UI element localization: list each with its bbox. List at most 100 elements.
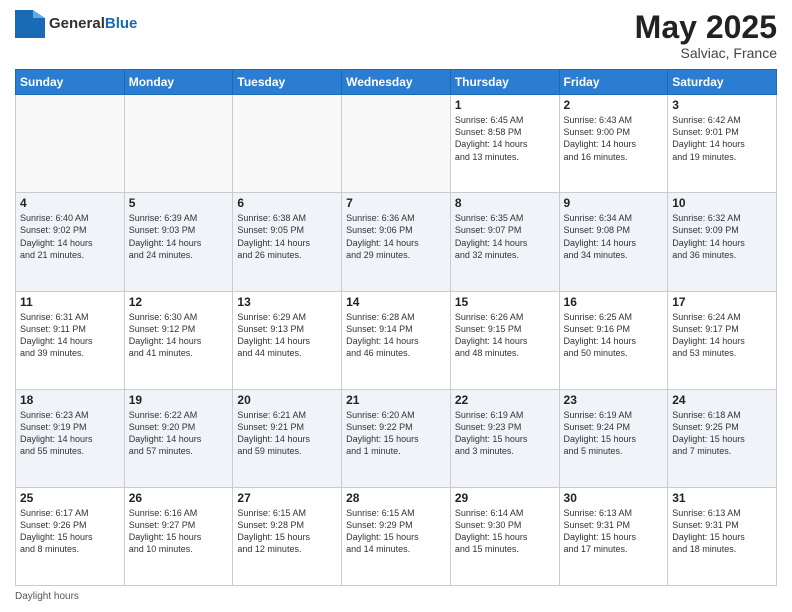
day-number: 3 — [672, 98, 772, 112]
calendar-cell — [342, 95, 451, 193]
calendar-cell: 25 Sunrise: 6:17 AM Sunset: 9:26 PM Dayli… — [16, 487, 125, 585]
month-year: May 2025 — [635, 10, 777, 45]
day-number: 18 — [20, 393, 120, 407]
day-number: 1 — [455, 98, 555, 112]
calendar-cell: 10 Sunrise: 6:32 AM Sunset: 9:09 PM Dayli… — [668, 193, 777, 291]
calendar-cell — [16, 95, 125, 193]
calendar-cell: 24 Sunrise: 6:18 AM Sunset: 9:25 PM Dayli… — [668, 389, 777, 487]
logo: GeneralBlue — [15, 10, 137, 38]
day-info: Sunrise: 6:13 AM Sunset: 9:31 PM Dayligh… — [672, 507, 772, 556]
day-number: 22 — [455, 393, 555, 407]
calendar-table: SundayMondayTuesdayWednesdayThursdayFrid… — [15, 69, 777, 586]
day-number: 10 — [672, 196, 772, 210]
day-info: Sunrise: 6:42 AM Sunset: 9:01 PM Dayligh… — [672, 114, 772, 163]
calendar-cell: 19Sunrise: 6:22 AM Sunset: 9:20 PM Dayli… — [124, 389, 233, 487]
calendar-cell: 18Sunrise: 6:23 AM Sunset: 9:19 PM Dayli… — [16, 389, 125, 487]
day-number: 16 — [564, 295, 664, 309]
day-info: Sunrise: 6:39 AM Sunset: 9:03 PM Dayligh… — [129, 212, 229, 261]
day-info: Sunrise: 6:21 AM Sunset: 9:21 PM Dayligh… — [237, 409, 337, 458]
calendar-cell: 1 Sunrise: 6:45 AM Sunset: 8:58 PM Daylig… — [450, 95, 559, 193]
logo-blue: Blue — [105, 15, 138, 32]
calendar-cell: 7 Sunrise: 6:36 AM Sunset: 9:06 PM Daylig… — [342, 193, 451, 291]
calendar-cell: 27 Sunrise: 6:15 AM Sunset: 9:28 PM Dayli… — [233, 487, 342, 585]
calendar-cell: 17 Sunrise: 6:24 AM Sunset: 9:17 PM Dayli… — [668, 291, 777, 389]
day-info: Sunrise: 6:31 AM Sunset: 9:11 PM Dayligh… — [20, 311, 120, 360]
logo-general: General — [49, 15, 105, 32]
day-number: 31 — [672, 491, 772, 505]
calendar-cell: 30 Sunrise: 6:13 AM Sunset: 9:31 PM Dayli… — [559, 487, 668, 585]
calendar-cell: 22Sunrise: 6:19 AM Sunset: 9:23 PM Dayli… — [450, 389, 559, 487]
day-number: 7 — [346, 196, 446, 210]
calendar-cell: 3 Sunrise: 6:42 AM Sunset: 9:01 PM Daylig… — [668, 95, 777, 193]
day-info: Sunrise: 6:20 AM Sunset: 9:22 PM Dayligh… — [346, 409, 446, 458]
day-header-thursday: Thursday — [450, 70, 559, 95]
day-number: 24 — [672, 393, 772, 407]
calendar-cell: 11 Sunrise: 6:31 AM Sunset: 9:11 PM Dayli… — [16, 291, 125, 389]
location: Salviac, France — [635, 45, 777, 61]
day-info: Sunrise: 6:13 AM Sunset: 9:31 PM Dayligh… — [564, 507, 664, 556]
day-info: Sunrise: 6:45 AM Sunset: 8:58 PM Dayligh… — [455, 114, 555, 163]
day-number: 29 — [455, 491, 555, 505]
calendar-cell: 8Sunrise: 6:35 AM Sunset: 9:07 PM Daylig… — [450, 193, 559, 291]
day-info: Sunrise: 6:17 AM Sunset: 9:26 PM Dayligh… — [20, 507, 120, 556]
day-info: Sunrise: 6:38 AM Sunset: 9:05 PM Dayligh… — [237, 212, 337, 261]
day-info: Sunrise: 6:18 AM Sunset: 9:25 PM Dayligh… — [672, 409, 772, 458]
day-info: Sunrise: 6:30 AM Sunset: 9:12 PM Dayligh… — [129, 311, 229, 360]
day-info: Sunrise: 6:15 AM Sunset: 9:28 PM Dayligh… — [237, 507, 337, 556]
week-row-5: 25 Sunrise: 6:17 AM Sunset: 9:26 PM Dayli… — [16, 487, 777, 585]
calendar-cell: 2Sunrise: 6:43 AM Sunset: 9:00 PM Daylig… — [559, 95, 668, 193]
day-number: 30 — [564, 491, 664, 505]
day-header-saturday: Saturday — [668, 70, 777, 95]
day-info: Sunrise: 6:19 AM Sunset: 9:24 PM Dayligh… — [564, 409, 664, 458]
day-header-tuesday: Tuesday — [233, 70, 342, 95]
week-row-3: 11 Sunrise: 6:31 AM Sunset: 9:11 PM Dayli… — [16, 291, 777, 389]
title-block: May 2025 Salviac, France — [635, 10, 777, 61]
page: GeneralBlue May 2025 Salviac, France Sun… — [0, 0, 792, 612]
calendar-cell: 23Sunrise: 6:19 AM Sunset: 9:24 PM Dayli… — [559, 389, 668, 487]
day-info: Sunrise: 6:35 AM Sunset: 9:07 PM Dayligh… — [455, 212, 555, 261]
day-number: 4 — [20, 196, 120, 210]
day-info: Sunrise: 6:25 AM Sunset: 9:16 PM Dayligh… — [564, 311, 664, 360]
day-header-wednesday: Wednesday — [342, 70, 451, 95]
day-number: 17 — [672, 295, 772, 309]
day-info: Sunrise: 6:32 AM Sunset: 9:09 PM Dayligh… — [672, 212, 772, 261]
day-number: 15 — [455, 295, 555, 309]
day-info: Sunrise: 6:36 AM Sunset: 9:06 PM Dayligh… — [346, 212, 446, 261]
header: GeneralBlue May 2025 Salviac, France — [15, 10, 777, 61]
calendar-cell: 12 Sunrise: 6:30 AM Sunset: 9:12 PM Dayli… — [124, 291, 233, 389]
day-number: 19 — [129, 393, 229, 407]
calendar-cell: 28Sunrise: 6:15 AM Sunset: 9:29 PM Dayli… — [342, 487, 451, 585]
day-number: 12 — [129, 295, 229, 309]
logo-text: GeneralBlue — [49, 16, 137, 33]
week-row-4: 18Sunrise: 6:23 AM Sunset: 9:19 PM Dayli… — [16, 389, 777, 487]
calendar-cell: 9Sunrise: 6:34 AM Sunset: 9:08 PM Daylig… — [559, 193, 668, 291]
generalblue-logo-icon — [15, 10, 45, 38]
day-header-monday: Monday — [124, 70, 233, 95]
day-number: 20 — [237, 393, 337, 407]
calendar-cell: 29 Sunrise: 6:14 AM Sunset: 9:30 PM Dayli… — [450, 487, 559, 585]
day-number: 5 — [129, 196, 229, 210]
calendar-cell: 16 Sunrise: 6:25 AM Sunset: 9:16 PM Dayli… — [559, 291, 668, 389]
calendar-cell — [124, 95, 233, 193]
day-info: Sunrise: 6:28 AM Sunset: 9:14 PM Dayligh… — [346, 311, 446, 360]
day-info: Sunrise: 6:16 AM Sunset: 9:27 PM Dayligh… — [129, 507, 229, 556]
day-info: Sunrise: 6:24 AM Sunset: 9:17 PM Dayligh… — [672, 311, 772, 360]
week-row-2: 4Sunrise: 6:40 AM Sunset: 9:02 PM Daylig… — [16, 193, 777, 291]
week-row-1: 1 Sunrise: 6:45 AM Sunset: 8:58 PM Daylig… — [16, 95, 777, 193]
day-number: 2 — [564, 98, 664, 112]
day-number: 28 — [346, 491, 446, 505]
calendar-cell: 14Sunrise: 6:28 AM Sunset: 9:14 PM Dayli… — [342, 291, 451, 389]
day-number: 11 — [20, 295, 120, 309]
calendar-header-row: SundayMondayTuesdayWednesdayThursdayFrid… — [16, 70, 777, 95]
day-header-sunday: Sunday — [16, 70, 125, 95]
calendar-cell: 20 Sunrise: 6:21 AM Sunset: 9:21 PM Dayli… — [233, 389, 342, 487]
day-number: 27 — [237, 491, 337, 505]
day-header-friday: Friday — [559, 70, 668, 95]
day-number: 25 — [20, 491, 120, 505]
day-info: Sunrise: 6:26 AM Sunset: 9:15 PM Dayligh… — [455, 311, 555, 360]
day-info: Sunrise: 6:14 AM Sunset: 9:30 PM Dayligh… — [455, 507, 555, 556]
day-number: 26 — [129, 491, 229, 505]
calendar-cell — [233, 95, 342, 193]
calendar-cell: 4Sunrise: 6:40 AM Sunset: 9:02 PM Daylig… — [16, 193, 125, 291]
day-number: 21 — [346, 393, 446, 407]
